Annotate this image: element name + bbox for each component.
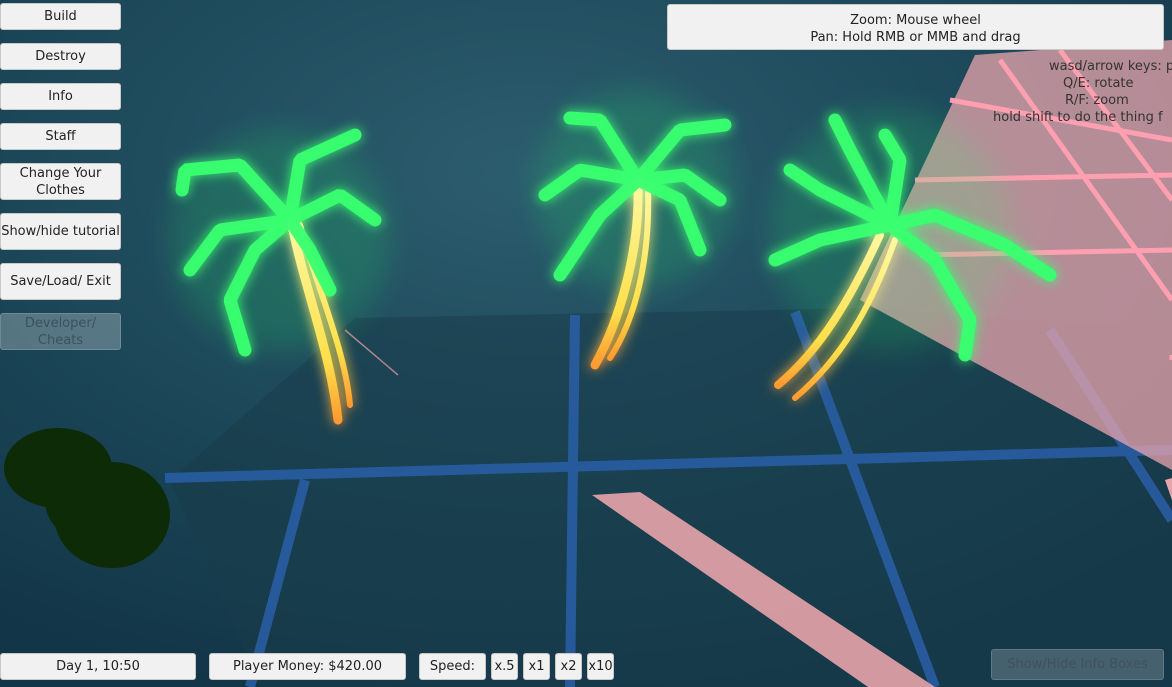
zoom-help-text: Zoom: Mouse wheel	[850, 13, 981, 28]
speed-half-button[interactable]: x.5	[491, 653, 518, 680]
key-help-line: Q/E: rotate	[1063, 76, 1134, 91]
change-clothes-button[interactable]: Change Your Clothes	[0, 163, 121, 200]
key-help-line: wasd/arrow keys: pa	[1049, 59, 1172, 74]
key-help-line: R/F: zoom	[1065, 93, 1129, 108]
staff-button[interactable]: Staff	[0, 123, 121, 150]
player-money-display: Player Money: $420.00	[209, 653, 406, 680]
camera-help-panel: Zoom: Mouse wheel Pan: Hold RMB or MMB a…	[667, 4, 1164, 50]
info-boxes-toggle-button[interactable]: Show/Hide Info Boxes	[991, 649, 1164, 680]
tutorial-toggle-button[interactable]: Show/hide tutorial	[0, 213, 121, 250]
speed-1x-button[interactable]: x1	[523, 653, 550, 680]
build-button[interactable]: Build	[0, 3, 121, 30]
save-load-exit-button[interactable]: Save/Load/ Exit	[0, 263, 121, 300]
key-help-line: hold shift to do the thing f	[993, 110, 1163, 125]
developer-cheats-button[interactable]: Developer/ Cheats	[0, 313, 121, 350]
speed-10x-button[interactable]: x10	[587, 653, 614, 680]
destroy-button[interactable]: Destroy	[0, 43, 121, 70]
info-button[interactable]: Info	[0, 83, 121, 110]
pan-help-text: Pan: Hold RMB or MMB and drag	[810, 30, 1021, 45]
speed-2x-button[interactable]: x2	[555, 653, 582, 680]
key-help: wasd/arrow keys: pa Q/E: rotate R/F: zoo…	[985, 58, 1172, 126]
speed-label: Speed:	[419, 653, 486, 680]
day-time-display: Day 1, 10:50	[0, 653, 196, 680]
